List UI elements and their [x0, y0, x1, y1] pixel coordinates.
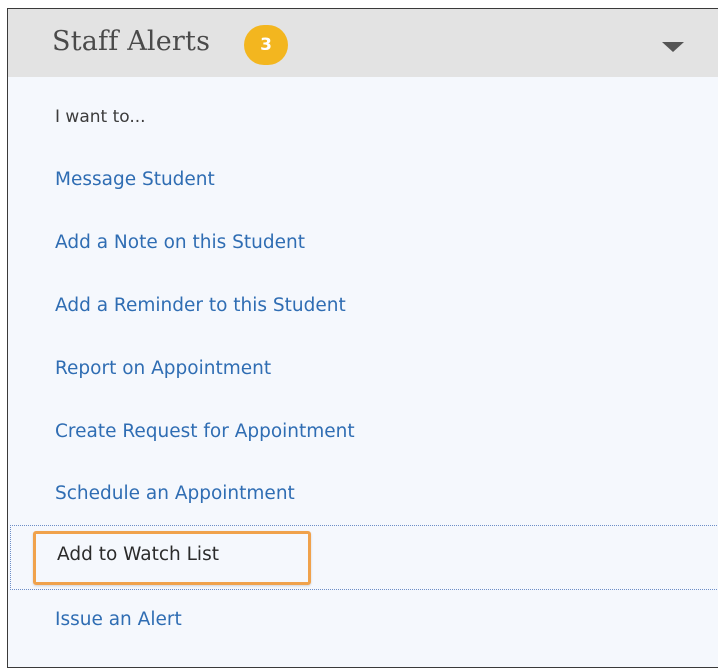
panel-title: Staff Alerts — [52, 26, 211, 57]
chevron-down-icon[interactable] — [662, 42, 684, 52]
menu-item-schedule-appointment[interactable]: Schedule an Appointment — [55, 483, 295, 504]
menu-item-add-to-watch-list[interactable]: Add to Watch List — [57, 544, 219, 565]
menu-item-add-note[interactable]: Add a Note on this Student — [55, 232, 305, 253]
menu-subheader: I want to... — [55, 107, 146, 127]
staff-alerts-panel: Staff Alerts 3 I want to... Message Stud… — [7, 8, 718, 668]
menu-item-issue-alert[interactable]: Issue an Alert — [55, 609, 182, 630]
menu-item-create-request[interactable]: Create Request for Appointment — [55, 421, 355, 442]
menu-item-report-on-appointment[interactable]: Report on Appointment — [55, 358, 271, 379]
alert-count-badge: 3 — [244, 25, 288, 65]
menu-item-message-student[interactable]: Message Student — [55, 169, 215, 190]
menu-item-add-reminder[interactable]: Add a Reminder to this Student — [55, 295, 346, 316]
panel-header[interactable]: Staff Alerts 3 — [8, 9, 718, 77]
